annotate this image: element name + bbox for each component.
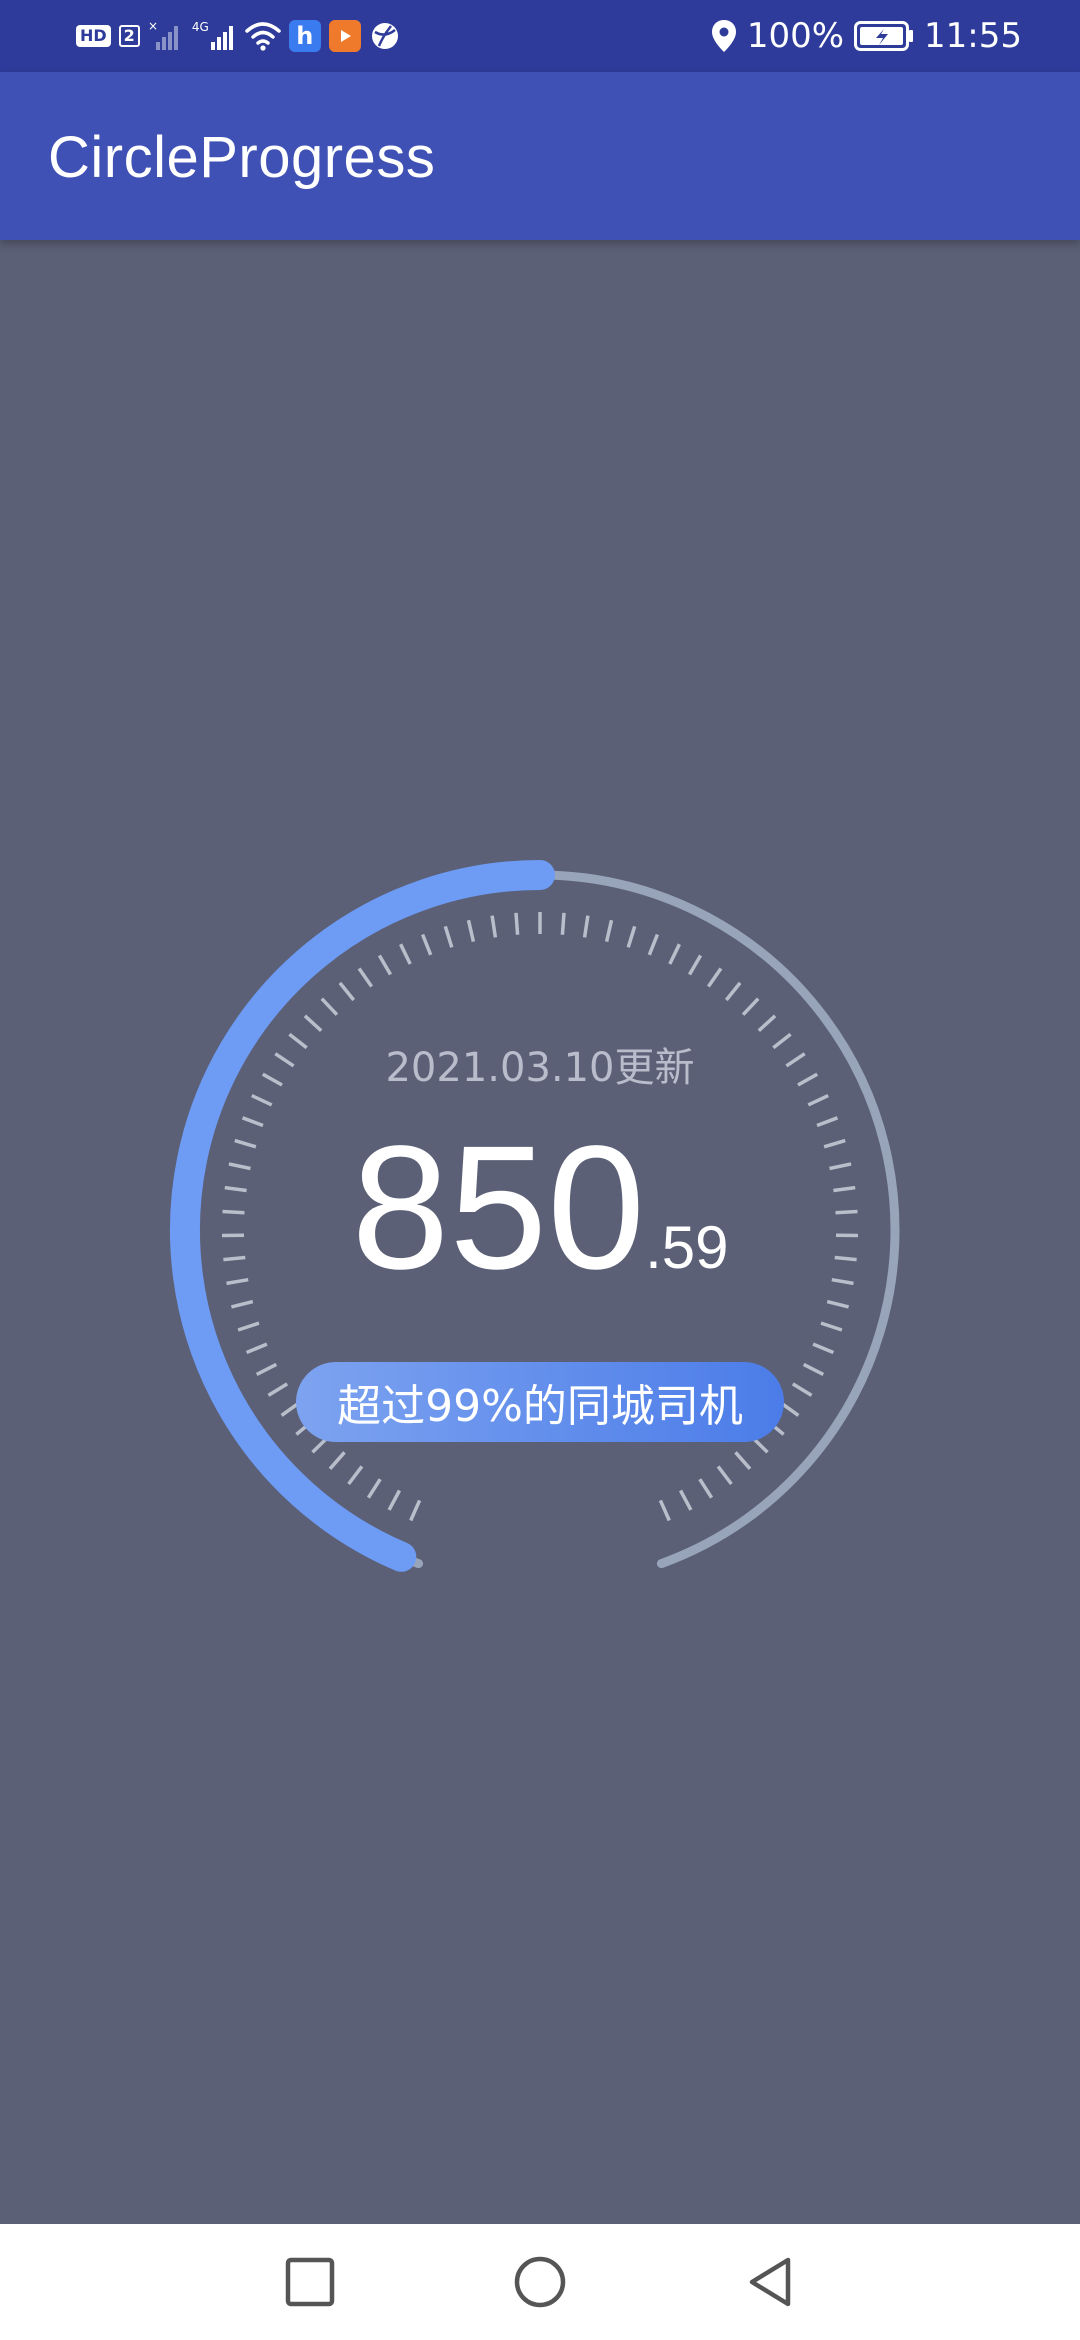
gauge-tick [328, 1451, 346, 1470]
gauge-tick [443, 925, 454, 948]
gauge-tick [251, 1094, 273, 1107]
gauge-tick [399, 943, 412, 965]
gauge-tick [658, 1499, 671, 1522]
gauge-tick [409, 1499, 422, 1522]
gauge-tick [274, 1052, 295, 1068]
gauge-tick [347, 1465, 364, 1486]
gauge-tick [490, 915, 498, 938]
gauge-tick [357, 967, 374, 988]
gauge-tick [514, 912, 520, 935]
score-decimal: .59 [645, 1214, 729, 1281]
gauge-tick [420, 933, 433, 956]
gauge-tick [820, 1321, 843, 1332]
score-display: 850.59 [240, 1120, 840, 1296]
gauge-tick [802, 1362, 825, 1376]
gauge-tick [366, 1478, 382, 1499]
gauge-tick [812, 1342, 835, 1355]
gauge-tick [604, 919, 614, 942]
back-icon[interactable] [742, 2254, 798, 2310]
score-value: 850 [351, 1110, 646, 1306]
gauge-tick [734, 1451, 752, 1470]
gauge-tick [582, 915, 590, 938]
gauge-tick [288, 1032, 308, 1050]
gauge-tick [678, 1489, 693, 1511]
rank-badge: 超过99%的同城司机 [296, 1362, 784, 1442]
gauge-tick [230, 1299, 254, 1309]
gauge-tick [261, 1072, 283, 1087]
gauge-tick [338, 981, 356, 1002]
recent-apps-icon[interactable] [282, 2254, 338, 2310]
gauge-tick [377, 954, 393, 976]
gauge-tick [698, 1478, 714, 1499]
gauge-tick [237, 1321, 260, 1332]
gauge-tick [687, 954, 703, 976]
gauge-tick [757, 1014, 777, 1032]
gauge-tick [466, 919, 476, 942]
home-icon[interactable] [512, 2254, 568, 2310]
gauge-tick [807, 1094, 829, 1107]
gauge-tick [320, 997, 339, 1016]
gauge-tick [797, 1072, 819, 1087]
gauge-tick [245, 1342, 268, 1355]
gauge-tick [668, 943, 681, 965]
gauge-tick [560, 912, 566, 935]
gauge-tick [267, 1382, 289, 1397]
gauge-tick [785, 1052, 806, 1068]
gauge-tick [706, 967, 723, 988]
gauge-tick [255, 1362, 278, 1376]
gauge-tick [647, 933, 660, 956]
gauge-tick [303, 1014, 323, 1032]
gauge-tick [791, 1382, 813, 1397]
navigation-bar [0, 2224, 1080, 2340]
gauge-tick [724, 981, 742, 1002]
gauge-tick [716, 1465, 733, 1486]
gauge-tick [772, 1032, 792, 1050]
gauge-tick [387, 1489, 402, 1511]
gauge-tick [626, 925, 637, 948]
gauge-tick [741, 997, 760, 1016]
update-date-label: 2021.03.10更新 [385, 1045, 695, 1091]
gauge-tick [826, 1299, 850, 1309]
